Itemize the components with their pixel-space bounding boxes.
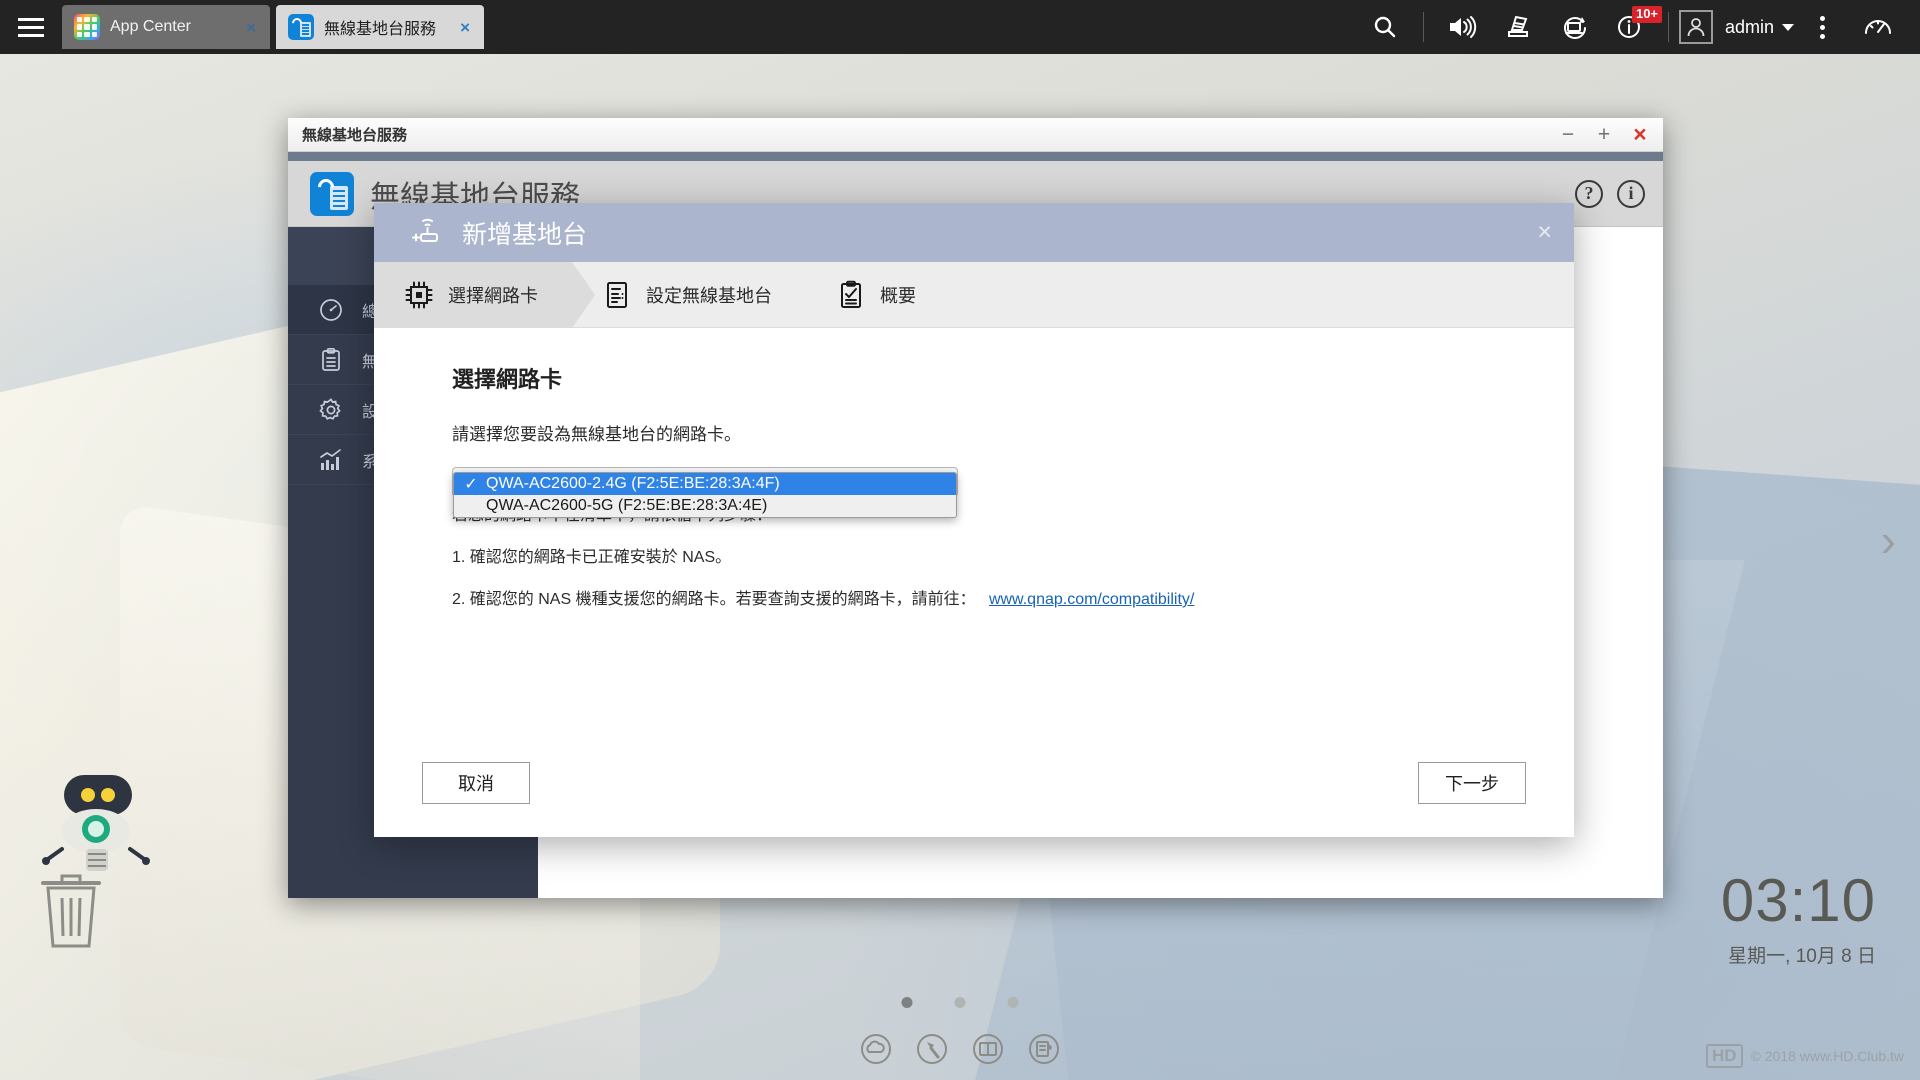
- maximize-button[interactable]: +: [1587, 121, 1621, 149]
- taskbar-divider: [1667, 12, 1669, 42]
- dropdown-option-2-4g[interactable]: ✓ QWA-AC2600-2.4G (F2:5E:BE:28:3A:4F): [454, 473, 956, 495]
- watermark-logo: HD: [1705, 1044, 1743, 1068]
- taskbar-right-icons: 10+ admin: [1357, 0, 1920, 54]
- wizard-step-select-network-card[interactable]: 選擇網路卡: [374, 262, 595, 328]
- wizard-heading: 選擇網路卡: [452, 367, 563, 392]
- cancel-button[interactable]: 取消: [422, 762, 530, 804]
- window-controls: − + ×: [1551, 121, 1657, 149]
- dropdown-option-label: QWA-AC2600-2.4G (F2:5E:BE:28:3A:4F): [486, 475, 780, 492]
- wizard-step-label: 設定無線基地台: [646, 285, 772, 306]
- wizard-footer: 取消 下一步: [374, 729, 1574, 837]
- network-card-select-wrapper: ✓ QWA-AC2600-2.4G (F2:5E:BE:28:3A:4F) QW…: [452, 467, 958, 518]
- cloud-icon[interactable]: [859, 1032, 893, 1066]
- wizard-body: 選擇網路卡 請選擇您要設為無線基地台的網路卡。 ✓ QWA-AC2600-2.4…: [374, 328, 1574, 765]
- clock-date: 星期一, 10月 8 日: [1728, 946, 1876, 967]
- wireless-ap-app-icon: [310, 171, 354, 216]
- taskbar-tab-wireless-ap[interactable]: 無線基地台服務 ×: [276, 5, 484, 49]
- clock-time: 03:10: [1720, 867, 1876, 934]
- notifications-icon[interactable]: 10+: [1602, 0, 1663, 54]
- hamburger-menu-icon[interactable]: [0, 0, 62, 54]
- page-dot[interactable]: [901, 997, 913, 1008]
- qnap-compatibility-link[interactable]: www.qnap.com/compatibility/: [989, 591, 1194, 608]
- checklist-clipboard-icon: [836, 280, 866, 310]
- wizard-step-configure-ap[interactable]: 設定無線基地台: [572, 262, 806, 327]
- chevron-down-icon[interactable]: [1782, 23, 1794, 31]
- network-card-dropdown-list: ✓ QWA-AC2600-2.4G (F2:5E:BE:28:3A:4F) QW…: [453, 472, 957, 518]
- watermark: HD © 2018 www.HD.Club.tw: [1705, 1044, 1904, 1068]
- wireless-ap-icon: [288, 14, 314, 40]
- next-button[interactable]: 下一步: [1418, 762, 1526, 804]
- taskbar-tab-close-icon[interactable]: ×: [456, 19, 474, 36]
- admin-username-label: admin: [1724, 16, 1774, 37]
- taskbar-tab-label: 無線基地台服務: [324, 21, 437, 38]
- next-page-arrow[interactable]: ›: [1881, 513, 1896, 567]
- gauge-icon: [318, 297, 344, 323]
- info-icon[interactable]: i: [1617, 179, 1645, 208]
- user-avatar-icon[interactable]: [1678, 10, 1713, 44]
- wizard-steps: 選擇網路卡 設定無線基地台 概要: [374, 262, 1574, 328]
- add-access-point-icon: [410, 214, 446, 251]
- help-icon[interactable]: ?: [1575, 179, 1603, 208]
- taskbar-tab-close-icon[interactable]: ×: [242, 19, 260, 36]
- check-icon: ✓: [464, 476, 478, 493]
- dropdown-option-5g[interactable]: QWA-AC2600-5G (F2:5E:BE:28:3A:4E): [454, 495, 956, 517]
- wizard-step2-text: 2. 確認您的 NAS 機種支援您的網路卡。若要查詢支援的網路卡，請前往： ww…: [452, 585, 1574, 609]
- minimize-button[interactable]: −: [1551, 121, 1585, 149]
- kebab-menu-icon[interactable]: [1794, 0, 1850, 54]
- wizard-description: 請選擇您要設為無線基地台的網路卡。: [452, 425, 741, 444]
- taskbar-divider: [1422, 12, 1424, 42]
- wizard-title: 新增基地台: [462, 220, 588, 249]
- desktop-page-dots: [901, 997, 1019, 1008]
- notes-icon[interactable]: [1027, 1032, 1061, 1066]
- page-dot[interactable]: [954, 997, 966, 1008]
- app-center-icon: [74, 14, 100, 40]
- add-access-point-wizard: 新增基地台 × 選擇網路卡 設定無線基地台 概要 選擇網路卡 請選擇您要設為無線…: [374, 203, 1574, 837]
- desktop-dock: [859, 1032, 1061, 1066]
- dropdown-option-label: QWA-AC2600-5G (F2:5E:BE:28:3A:4E): [486, 497, 768, 514]
- window-title-bar[interactable]: 無線基地台服務 − + ×: [288, 118, 1663, 152]
- desktop-clock: 03:10 星期一, 10月 8 日: [1721, 871, 1876, 968]
- clipboard-icon: [318, 347, 344, 373]
- watermark-text: © 2018 www.HD.Club.tw: [1750, 1048, 1904, 1064]
- wizard-step1-text: 1. 確認您的網路卡已正確安裝於 NAS。: [452, 549, 732, 566]
- volume-icon[interactable]: [1434, 0, 1490, 54]
- trash-icon[interactable]: [38, 866, 104, 952]
- wizard-header: 新增基地台 ×: [374, 203, 1574, 262]
- backup-icon[interactable]: [1490, 0, 1546, 54]
- notification-badge: 10+: [1631, 6, 1663, 23]
- window-accent-bar: [288, 152, 1663, 161]
- window-title: 無線基地台服務: [302, 127, 408, 144]
- tools-hammer-icon[interactable]: [915, 1032, 949, 1066]
- resource-monitor-icon[interactable]: [1546, 0, 1602, 54]
- gear-icon: [318, 397, 344, 423]
- wizard-step-label: 選擇網路卡: [448, 285, 538, 306]
- taskbar-tab-app-center[interactable]: App Center ×: [62, 5, 270, 49]
- wizard-step2-prefix: 2. 確認您的 NAS 機種支援您的網路卡。若要查詢支援的網路卡，請前往：: [452, 591, 976, 608]
- page-dot[interactable]: [1007, 997, 1019, 1008]
- bar-chart-icon: [318, 447, 344, 473]
- search-icon[interactable]: [1357, 0, 1413, 54]
- network-card-chip-icon: [404, 280, 434, 310]
- book-icon[interactable]: [971, 1032, 1005, 1066]
- document-settings-icon: [602, 280, 632, 310]
- wizard-step-label: 概要: [880, 285, 916, 306]
- dashboard-gauge-icon[interactable]: [1850, 0, 1906, 54]
- app-header-actions: ? i: [1575, 179, 1645, 208]
- wizard-step-summary[interactable]: 概要: [806, 262, 950, 327]
- taskbar-tab-label: App Center: [110, 18, 191, 35]
- top-taskbar: App Center × 無線基地台服務 × 10+ admin: [0, 0, 1920, 54]
- close-button[interactable]: ×: [1623, 121, 1657, 149]
- wizard-close-icon[interactable]: ×: [1529, 220, 1560, 245]
